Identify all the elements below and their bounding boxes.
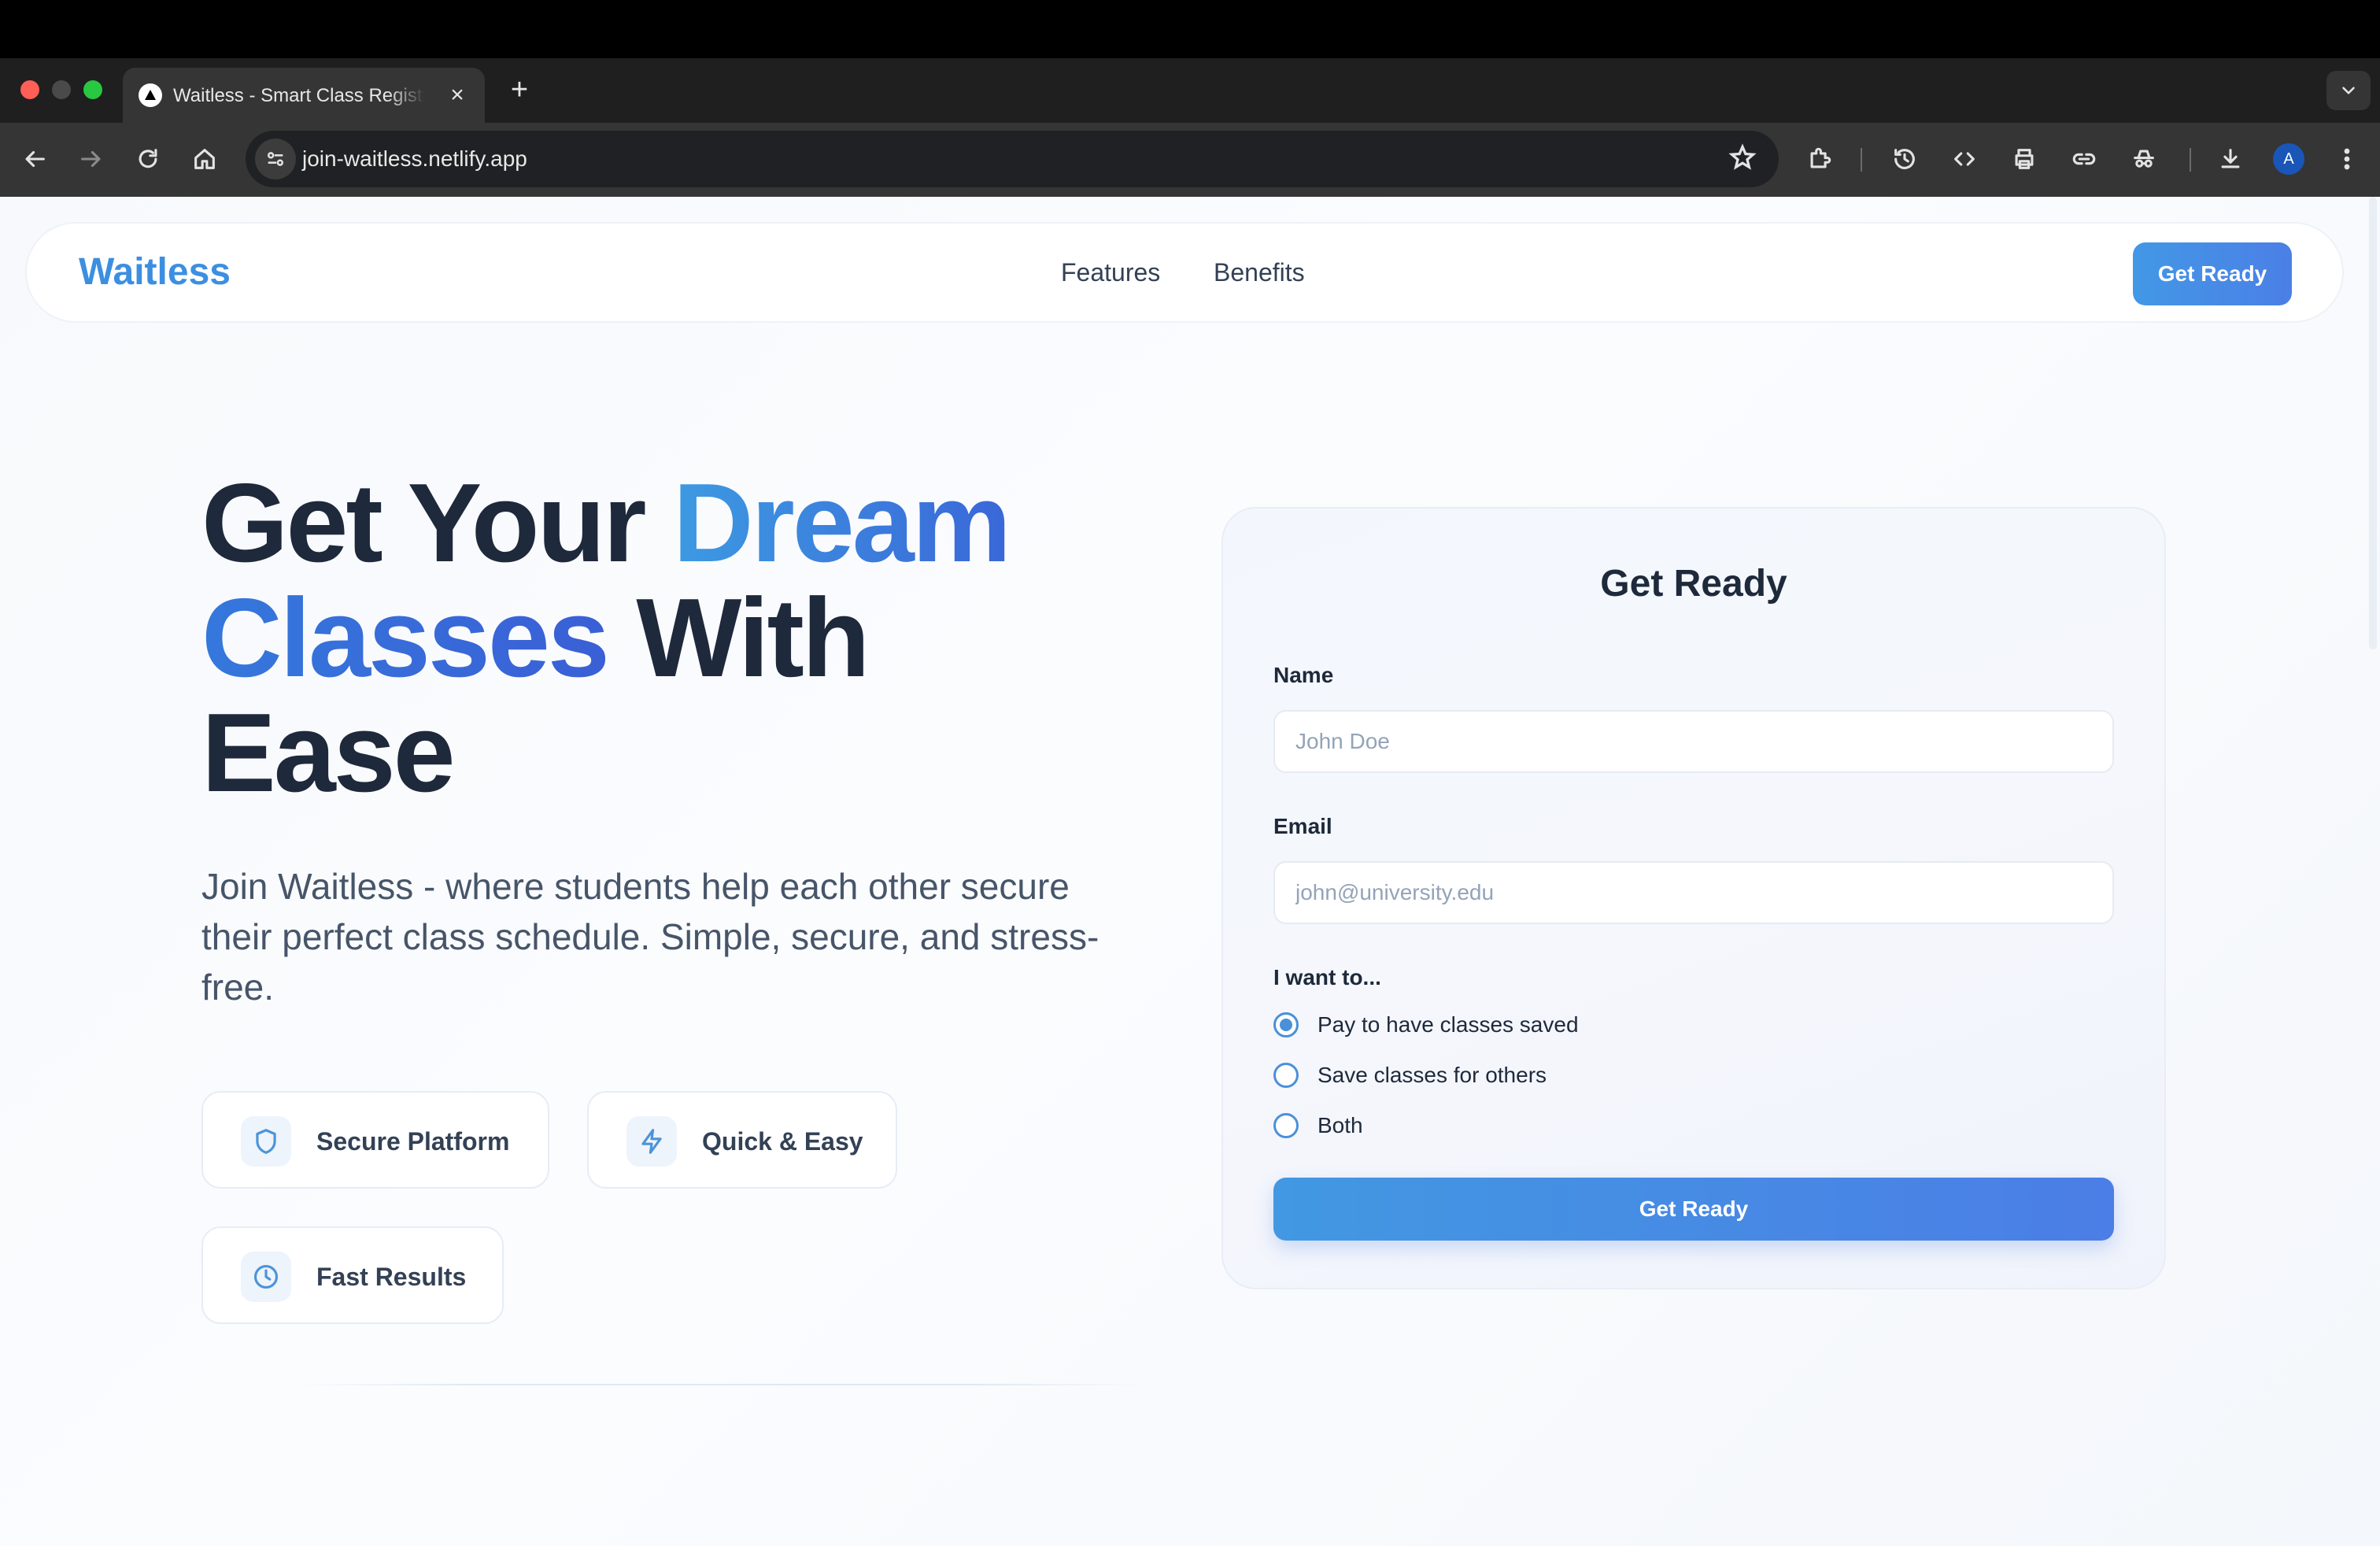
bookmark-star-icon[interactable]: [1728, 143, 1760, 175]
history-icon[interactable]: [1887, 142, 1922, 176]
profile-avatar[interactable]: A: [2273, 143, 2304, 175]
section-divider: [299, 1384, 1149, 1385]
radio-label: Save classes for others: [1318, 1063, 1547, 1087]
email-field[interactable]: [1273, 861, 2114, 924]
feature-label: Quick & Easy: [702, 1127, 863, 1156]
maximize-window-button[interactable]: [83, 80, 102, 99]
feature-card-quick: Quick & Easy: [587, 1091, 897, 1189]
code-icon[interactable]: [1947, 142, 1982, 176]
tab-title: Waitless - Smart Class Registration: [173, 85, 425, 106]
submit-get-ready-button[interactable]: Get Ready: [1273, 1178, 2114, 1241]
browser-tab-active[interactable]: Waitless - Smart Class Registration ×: [123, 68, 485, 123]
clock-icon: [241, 1252, 291, 1302]
back-icon[interactable]: [17, 142, 52, 176]
url-text: join-waitless.netlify.app: [302, 146, 527, 171]
feature-card-secure: Secure Platform: [201, 1091, 549, 1189]
forward-icon[interactable]: [74, 142, 109, 176]
site-navbar: Waitless Features Benefits Get Ready: [25, 222, 2344, 323]
link-icon[interactable]: [2067, 142, 2101, 176]
feature-label: Secure Platform: [316, 1127, 510, 1156]
nav-link-features[interactable]: Features: [1061, 255, 1160, 290]
brand-logo[interactable]: Waitless: [79, 247, 231, 298]
name-field[interactable]: [1273, 710, 2114, 773]
new-tab-icon[interactable]: +: [504, 74, 535, 105]
incognito-icon[interactable]: [2127, 142, 2161, 176]
hero-title-part1: Get Your: [201, 460, 673, 586]
reload-icon[interactable]: [131, 142, 165, 176]
feature-card-fast: Fast Results: [201, 1226, 504, 1324]
hero-title-accent-dream: Dream: [672, 460, 1011, 586]
hero-title: Get Your Dream Classes With Ease: [201, 466, 1146, 811]
address-bar[interactable]: join-waitless.netlify.app: [246, 131, 1779, 187]
lightning-icon: [626, 1116, 677, 1167]
name-label: Name: [1273, 663, 1334, 687]
site-info-icon[interactable]: [255, 139, 296, 179]
scrollbar-thumb[interactable]: [2369, 197, 2377, 649]
close-window-button[interactable]: [20, 80, 39, 99]
feature-label: Fast Results: [316, 1263, 467, 1291]
signup-form-card: Get Ready Name Email I want to... Pay to…: [1221, 507, 2166, 1289]
more-icon[interactable]: [2330, 142, 2364, 176]
hero-subtitle: Join Waitless - where students help each…: [201, 866, 1099, 1008]
close-tab-icon[interactable]: ×: [444, 82, 471, 109]
radio-unchecked[interactable]: [1273, 1113, 1299, 1138]
favicon-icon: [139, 83, 162, 107]
radio-unchecked[interactable]: [1273, 1063, 1299, 1088]
intent-label: I want to...: [1273, 965, 1381, 989]
home-icon[interactable]: [187, 142, 222, 176]
radio-label: Pay to have classes saved: [1318, 1012, 1579, 1037]
form-title: Get Ready: [1600, 563, 1787, 605]
menu-bar-area: [0, 0, 2380, 58]
download-icon[interactable]: [2213, 142, 2248, 176]
radio-label: Both: [1318, 1113, 1363, 1137]
toolbar-separator: [1861, 148, 1862, 172]
hero-title-accent-classes: Classes: [201, 575, 610, 701]
shield-icon: [241, 1116, 291, 1167]
page-viewport: Waitless Features Benefits Get Ready Get…: [0, 197, 2380, 1546]
nav-get-ready-button[interactable]: Get Ready: [2133, 242, 2292, 305]
radio-checked[interactable]: [1273, 1012, 1299, 1037]
toolbar-separator: [2190, 148, 2191, 172]
nav-link-benefits[interactable]: Benefits: [1214, 255, 1305, 290]
email-label: Email: [1273, 814, 1332, 838]
minimize-window-button[interactable]: [52, 80, 71, 99]
tab-search-dropdown-icon[interactable]: [2326, 71, 2371, 110]
extensions-icon[interactable]: [1802, 142, 1837, 176]
print-icon[interactable]: [2007, 142, 2042, 176]
